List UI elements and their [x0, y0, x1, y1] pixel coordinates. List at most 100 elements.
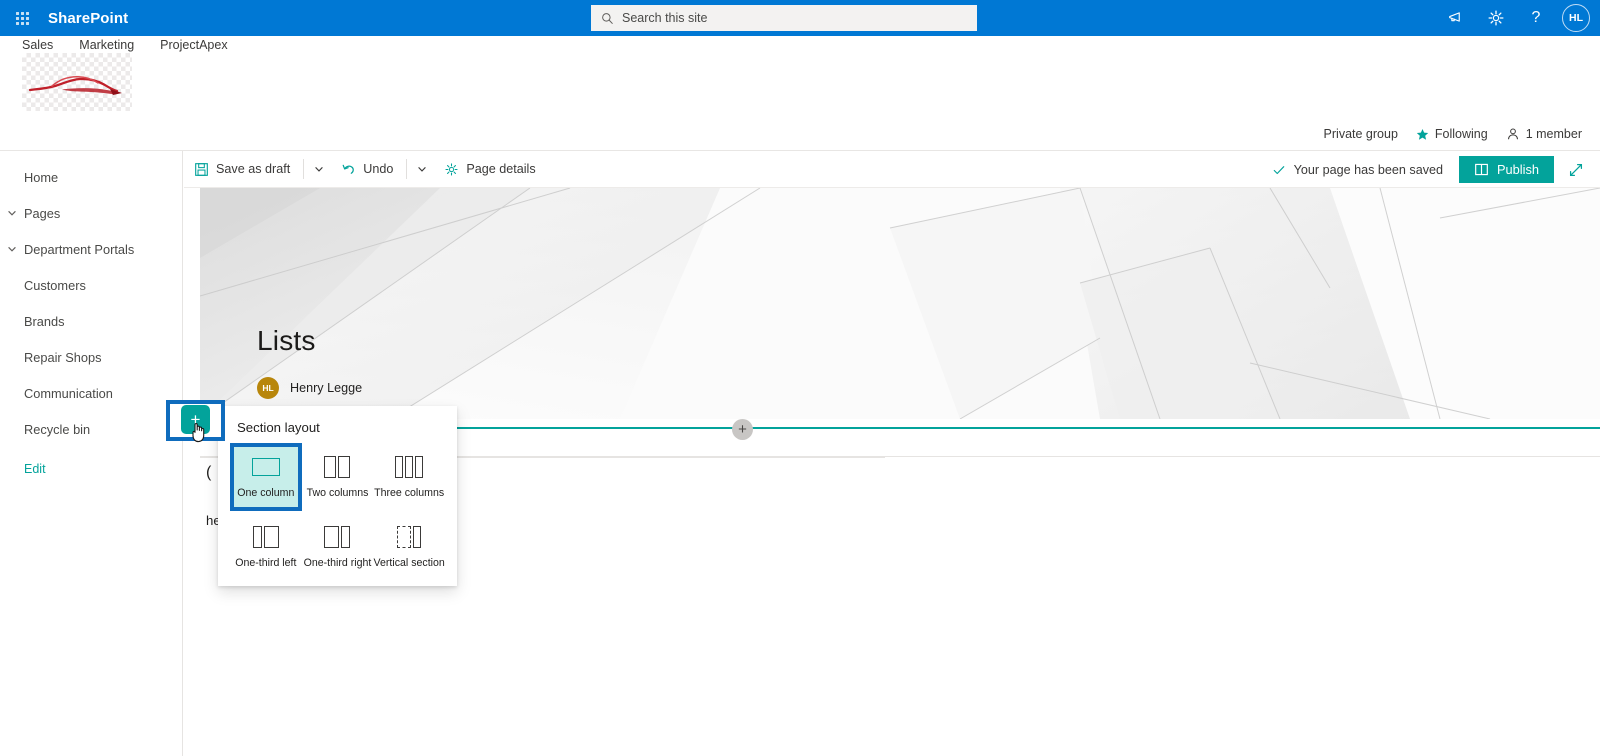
suite-actions: ? HL — [1437, 0, 1592, 36]
layout-option-one-column[interactable]: One column — [230, 443, 302, 511]
layout-option-label: One column — [237, 487, 295, 500]
background-heading-text: ( — [206, 464, 212, 481]
avatar[interactable]: HL — [1562, 4, 1590, 32]
search-icon — [602, 12, 613, 24]
suite-bar: SharePoint Search this site ? HL — [0, 0, 1600, 36]
author-name: Henry Legge — [290, 381, 363, 395]
undo-icon — [342, 164, 355, 174]
sidebar-item-label: Recycle bin — [24, 421, 91, 437]
chevron-down-icon[interactable] — [4, 205, 20, 221]
save-status-label: Your page has been saved — [1293, 162, 1444, 177]
sidebar-edit-label: Edit — [24, 462, 46, 476]
sidebar-item-pages[interactable]: Pages — [0, 195, 182, 231]
help-icon[interactable]: ? — [1517, 0, 1555, 36]
toolbar-divider — [406, 159, 408, 179]
author-avatar-initials: HL — [262, 383, 274, 393]
section-layout-callout: Section layout One column Two columns Th… — [218, 406, 457, 586]
sidebar-item-label: Pages — [24, 205, 61, 221]
save-as-draft-label: Save as draft — [216, 162, 291, 176]
save-as-draft-button[interactable]: Save as draft — [184, 151, 300, 188]
gear-icon — [445, 162, 458, 176]
sharepoint-brand-link[interactable]: SharePoint — [48, 10, 128, 27]
sidebar-item-communication[interactable]: Communication — [0, 375, 182, 411]
publish-label: Publish — [1497, 162, 1539, 177]
search-placeholder: Search this site — [622, 11, 708, 25]
left-navigation: Home Pages Department Portals Customers … — [0, 151, 183, 756]
layout-option-one-third-left[interactable]: One-third left — [230, 513, 302, 581]
page-title[interactable]: Lists — [257, 325, 316, 357]
site-nav-tab-marketing[interactable]: Marketing — [79, 38, 134, 52]
page-command-bar: Save as draft Undo Page details Your pag… — [184, 151, 1600, 188]
person-icon — [1507, 128, 1518, 140]
expand-diagonal-icon[interactable] — [1558, 151, 1594, 188]
sidebar-item-label: Customers — [24, 277, 86, 293]
sidebar-item-department-portals[interactable]: Department Portals — [0, 231, 182, 267]
sidebar-item-label: Communication — [24, 385, 113, 401]
sidebar-item-label: Home — [24, 169, 59, 185]
one-column-icon — [251, 455, 280, 479]
sidebar-item-label: Department Portals — [24, 241, 135, 257]
three-columns-icon — [395, 455, 424, 479]
two-columns-icon — [324, 455, 351, 479]
megaphone-icon[interactable] — [1437, 0, 1475, 36]
sidebar-item-label: Repair Shops — [24, 349, 102, 365]
gear-icon[interactable] — [1477, 0, 1515, 36]
section-layout-options: One column Two columns Three columns One… — [230, 443, 445, 581]
site-info-strip: Private group Following 1 member — [1324, 122, 1582, 146]
undo-button[interactable]: Undo — [331, 151, 403, 188]
command-bar-right-group: Your page has been saved Publish — [1272, 151, 1594, 188]
add-section-inline-button[interactable]: + — [732, 419, 753, 440]
site-nav-tab-sales[interactable]: Sales — [22, 38, 53, 52]
site-header: Sales Marketing ProjectApex — [0, 36, 1600, 116]
author-avatar[interactable]: HL — [257, 377, 279, 399]
sidebar-item-recycle-bin[interactable]: Recycle bin — [0, 411, 182, 447]
plus-icon: + — [190, 410, 201, 429]
chevron-down-icon[interactable] — [4, 241, 20, 257]
toolbar-divider — [303, 159, 305, 179]
site-logo-car-image[interactable] — [22, 53, 132, 111]
sidebar-item-customers[interactable]: Customers — [0, 267, 182, 303]
sidebar-item-label: Brands — [24, 313, 65, 329]
checkmark-icon — [1273, 165, 1284, 174]
layout-option-one-third-right[interactable]: One-third right — [302, 513, 374, 581]
add-section-button[interactable]: + — [181, 405, 210, 434]
page-details-button[interactable]: Page details — [434, 151, 545, 188]
star-icon — [1416, 128, 1429, 140]
site-nav-tab-projectapex[interactable]: ProjectApex — [160, 38, 227, 52]
undo-label: Undo — [363, 162, 394, 176]
page-author: HL Henry Legge — [257, 377, 362, 399]
save-icon — [195, 162, 208, 176]
layout-option-label: One-third right — [303, 557, 372, 570]
avatar-initials: HL — [1569, 12, 1583, 24]
sidebar-item-home[interactable]: Home — [0, 159, 182, 195]
layout-option-label: One-third left — [235, 557, 297, 570]
one-third-right-icon — [324, 525, 351, 549]
sidebar-item-repair-shops[interactable]: Repair Shops — [0, 339, 182, 375]
search-input[interactable]: Search this site — [591, 5, 977, 31]
vertical-section-icon — [397, 525, 422, 549]
help-glyph: ? — [1531, 9, 1541, 26]
hero-banner-image[interactable]: Lists HL Henry Legge — [200, 188, 1600, 419]
site-navigation-tabs: Sales Marketing ProjectApex — [22, 38, 228, 52]
layout-option-two-columns[interactable]: Two columns — [302, 443, 374, 511]
save-options-chevron-down-icon[interactable] — [307, 151, 331, 188]
news-page-icon — [1475, 163, 1488, 176]
layout-option-vertical-section[interactable]: Vertical section — [373, 513, 445, 581]
page-details-label: Page details — [466, 162, 536, 176]
layout-option-label: Vertical section — [373, 557, 445, 570]
one-third-left-icon — [252, 525, 279, 549]
following-button[interactable]: Following — [1416, 127, 1488, 141]
sidebar-edit-navigation-link[interactable]: Edit — [0, 451, 182, 487]
layout-option-label: Three columns — [374, 487, 445, 500]
section-layout-title: Section layout — [237, 420, 320, 435]
sidebar-item-brands[interactable]: Brands — [0, 303, 182, 339]
plus-icon: + — [738, 421, 747, 438]
save-status: Your page has been saved — [1272, 163, 1443, 177]
layout-option-label: Two columns — [306, 487, 369, 500]
layout-option-three-columns[interactable]: Three columns — [373, 443, 445, 511]
app-launcher-waffle-icon[interactable] — [0, 0, 44, 36]
privacy-label: Private group — [1323, 127, 1398, 141]
undo-options-chevron-down-icon[interactable] — [410, 151, 434, 188]
members-button[interactable]: 1 member — [1506, 127, 1582, 141]
publish-button[interactable]: Publish — [1459, 156, 1554, 183]
